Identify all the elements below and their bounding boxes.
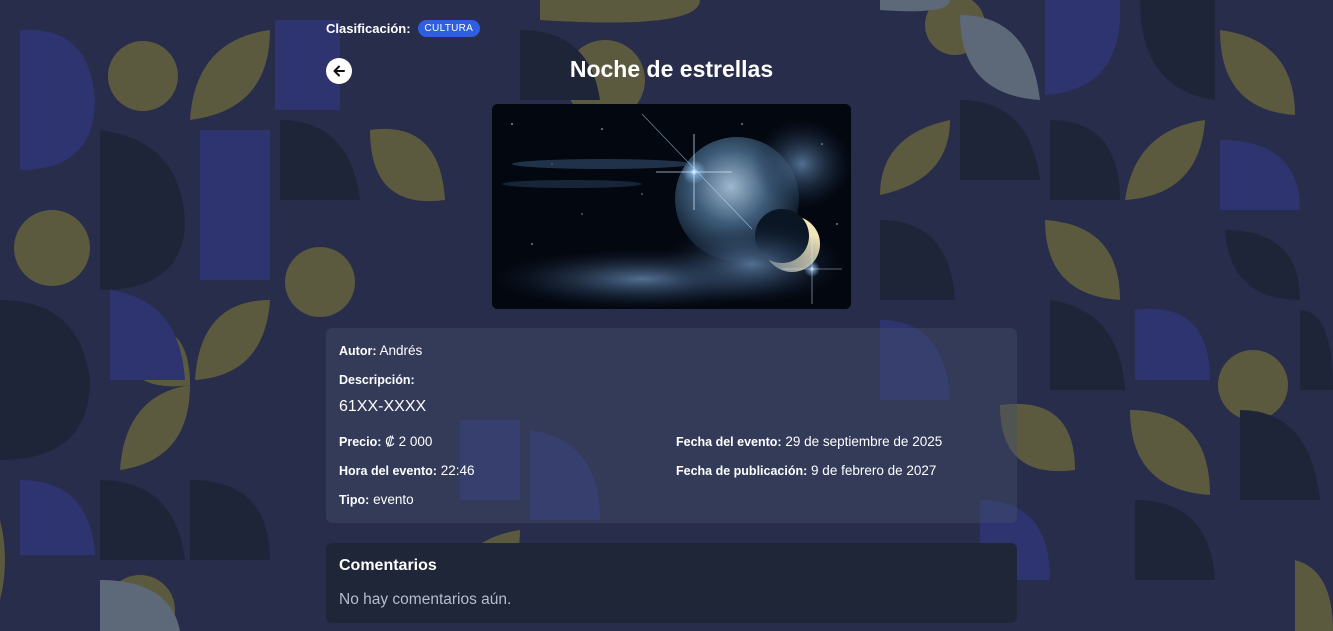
event-image: [492, 104, 851, 309]
event-time-label: Hora del evento:: [339, 464, 437, 478]
comments-title: Comentarios: [339, 557, 437, 574]
comments-section: Comentarios No hay comentarios aún.: [326, 543, 1017, 623]
type-value: evento: [373, 492, 414, 507]
event-time-value: 22:46: [440, 463, 475, 478]
type-row: Tipo: evento: [339, 492, 414, 507]
description-row: Descripción:: [339, 372, 415, 387]
publication-date-label: Fecha de publicación:: [676, 464, 808, 478]
night-sky-planet-moon-image: [492, 104, 851, 309]
comments-empty-message: No hay comentarios aún.: [339, 591, 512, 608]
event-details-card: Autor: Andrés Descripción: 61XX-XXXX Pre…: [326, 328, 1017, 523]
background-pattern: [0, 0, 1333, 631]
author-label: Autor:: [339, 344, 377, 358]
event-date-label: Fecha del evento:: [676, 435, 782, 449]
author-row: Autor: Andrés: [339, 343, 422, 358]
event-date-row: Fecha del evento: 29 de septiembre de 20…: [676, 434, 942, 449]
price-row: Precio: ₡ 2 000: [339, 434, 432, 449]
classification-row: Clasificación: CULTURA: [326, 18, 481, 38]
price-label: Precio:: [339, 435, 382, 449]
publication-date-value: 9 de febrero de 2027: [811, 463, 937, 478]
classification-label: Clasificación:: [326, 20, 411, 36]
price-value: ₡ 2 000: [385, 434, 433, 449]
author-value: Andrés: [379, 343, 423, 358]
description-value: 61XX-XXXX: [339, 398, 427, 415]
event-time-row: Hora del evento: 22:46: [339, 463, 475, 478]
event-title: Noche de estrellas: [569, 56, 774, 82]
event-date-value: 29 de septiembre de 2025: [785, 434, 943, 449]
type-label: Tipo:: [339, 493, 370, 507]
description-label: Descripción:: [339, 373, 415, 387]
category-badge: CULTURA: [417, 19, 481, 37]
publication-date-row: Fecha de publicación: 9 de febrero de 20…: [676, 463, 936, 478]
